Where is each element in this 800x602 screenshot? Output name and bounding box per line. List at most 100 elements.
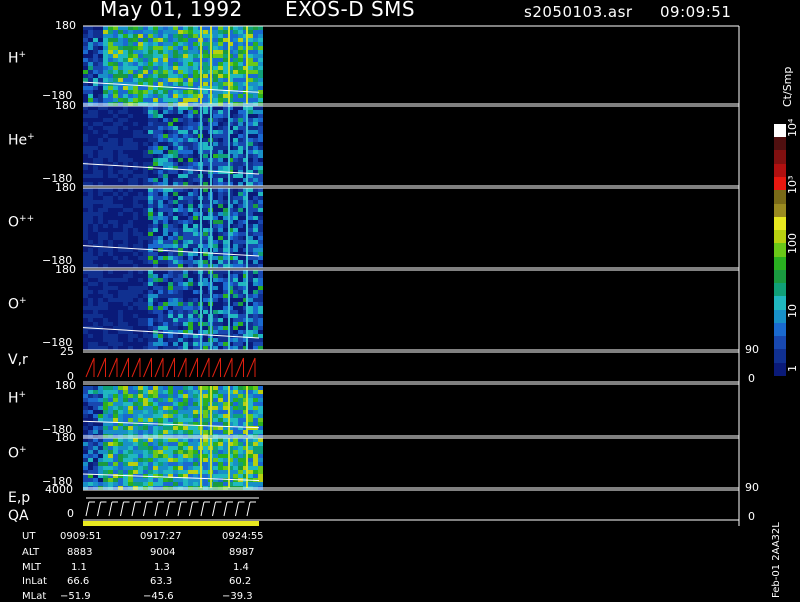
spectrogram-cell <box>98 162 103 166</box>
spectrogram-cell <box>163 110 168 114</box>
spectrogram-cell <box>203 346 208 350</box>
spectrogram-cell <box>143 402 148 406</box>
spectrogram-cell <box>113 106 118 110</box>
spectrogram-cell <box>148 158 153 162</box>
qa-bar <box>83 521 259 526</box>
spectrogram-cell <box>218 98 223 102</box>
spectrogram-cell <box>128 228 133 232</box>
spectrogram-cell <box>178 232 183 236</box>
spectrogram-cell <box>93 322 98 326</box>
spectrogram-cell <box>248 470 253 474</box>
spectrogram-cell <box>103 200 108 204</box>
spectrogram-cell <box>178 114 183 118</box>
spectrogram-cell <box>113 212 118 216</box>
spectrogram-cell <box>148 270 153 274</box>
spectrogram-cell <box>138 256 143 260</box>
spectrogram-cell <box>213 182 218 186</box>
spectrogram-cell <box>98 426 103 430</box>
spectrogram-cell <box>193 290 198 294</box>
spectrogram-cell <box>238 406 243 410</box>
spectrogram-cell <box>83 224 88 228</box>
spectrogram-cell <box>163 58 168 62</box>
spectrogram-cell <box>128 62 133 66</box>
spectrogram-cell <box>223 394 228 398</box>
spectrogram-cell <box>143 270 148 274</box>
spectrogram-cell <box>233 306 238 310</box>
spectrogram-cell <box>238 216 243 220</box>
spectrogram-cell <box>203 228 208 232</box>
spectrogram-cell <box>98 294 103 298</box>
spectrogram-cell <box>188 482 193 486</box>
spectrogram-cell <box>88 278 93 282</box>
spectrogram-cell <box>248 286 253 290</box>
spectrogram-cell <box>218 260 223 264</box>
spectrogram-cell <box>83 414 88 418</box>
spectrogram-cell <box>98 406 103 410</box>
spectrogram-cell <box>183 118 188 122</box>
spectrogram-cell <box>158 478 163 482</box>
spectrogram-cell <box>83 196 88 200</box>
spectrogram-cell <box>158 318 163 322</box>
spectrogram-cell <box>248 442 253 446</box>
spectrogram-cell <box>213 188 218 192</box>
spectrogram-cell <box>103 302 108 306</box>
spectrogram-cell <box>188 418 193 422</box>
spectrogram-cell <box>128 182 133 186</box>
spectrogram-cell <box>223 62 228 66</box>
spectrogram-cell <box>178 462 183 466</box>
spectrogram-cell <box>173 398 178 402</box>
spectrogram-cell <box>253 264 258 268</box>
spectrogram-cell <box>128 286 133 290</box>
spectrogram-cell <box>248 62 253 66</box>
spectrogram-cell <box>218 470 223 474</box>
spectrogram-cell <box>108 220 113 224</box>
spectrogram-cell <box>158 220 163 224</box>
spectrogram-cell <box>88 220 93 224</box>
spectrogram-cell <box>128 54 133 58</box>
spectrogram-cell <box>153 208 158 212</box>
spectrogram-cell <box>203 278 208 282</box>
spectrogram-cell <box>98 398 103 402</box>
spectrogram-cell <box>123 58 128 62</box>
spectrogram-cell <box>223 430 228 434</box>
spectrogram-cell <box>88 274 93 278</box>
spectrogram-cell <box>83 394 88 398</box>
spectrogram-cell <box>98 478 103 482</box>
spectrogram-cell <box>153 142 158 146</box>
spectrogram-cell <box>158 216 163 220</box>
spectrogram-cell <box>193 130 198 134</box>
spectrogram-cell <box>113 74 118 78</box>
spectrogram-cell <box>168 394 173 398</box>
spectrogram-cell <box>173 122 178 126</box>
spectrogram-cell <box>253 282 258 286</box>
spectrogram-cell <box>258 134 263 138</box>
spectrogram-cell <box>183 318 188 322</box>
spectrogram-cell <box>148 154 153 158</box>
spectrogram-cell <box>123 38 128 42</box>
spectrogram-cell <box>203 298 208 302</box>
spectrogram-cell <box>108 450 113 454</box>
spectrogram-cell <box>193 310 198 314</box>
spectrogram-cell <box>173 252 178 256</box>
spectrogram-cell <box>168 106 173 110</box>
spectrogram-cell <box>118 138 123 142</box>
spectrogram-cell <box>88 154 93 158</box>
spectrogram-cell <box>153 146 158 150</box>
spectrogram-cell <box>203 326 208 330</box>
spectrogram-cell <box>258 274 263 278</box>
spectrogram-cell <box>178 342 183 346</box>
spectrogram-cell <box>98 74 103 78</box>
spectrogram-cell <box>248 422 253 426</box>
spectrogram-cell <box>193 34 198 38</box>
spectrogram-cell <box>93 34 98 38</box>
spectrogram-cell <box>163 418 168 422</box>
spectrogram-cell <box>148 430 153 434</box>
spectrogram-cell <box>113 54 118 58</box>
spectrogram-cell <box>88 54 93 58</box>
spectrogram-cell <box>248 158 253 162</box>
spectrogram-cell <box>103 270 108 274</box>
spectrogram-cell <box>153 310 158 314</box>
spectrogram-cell <box>213 386 218 390</box>
spectrogram-cell <box>163 228 168 232</box>
spectrogram-cell <box>183 110 188 114</box>
